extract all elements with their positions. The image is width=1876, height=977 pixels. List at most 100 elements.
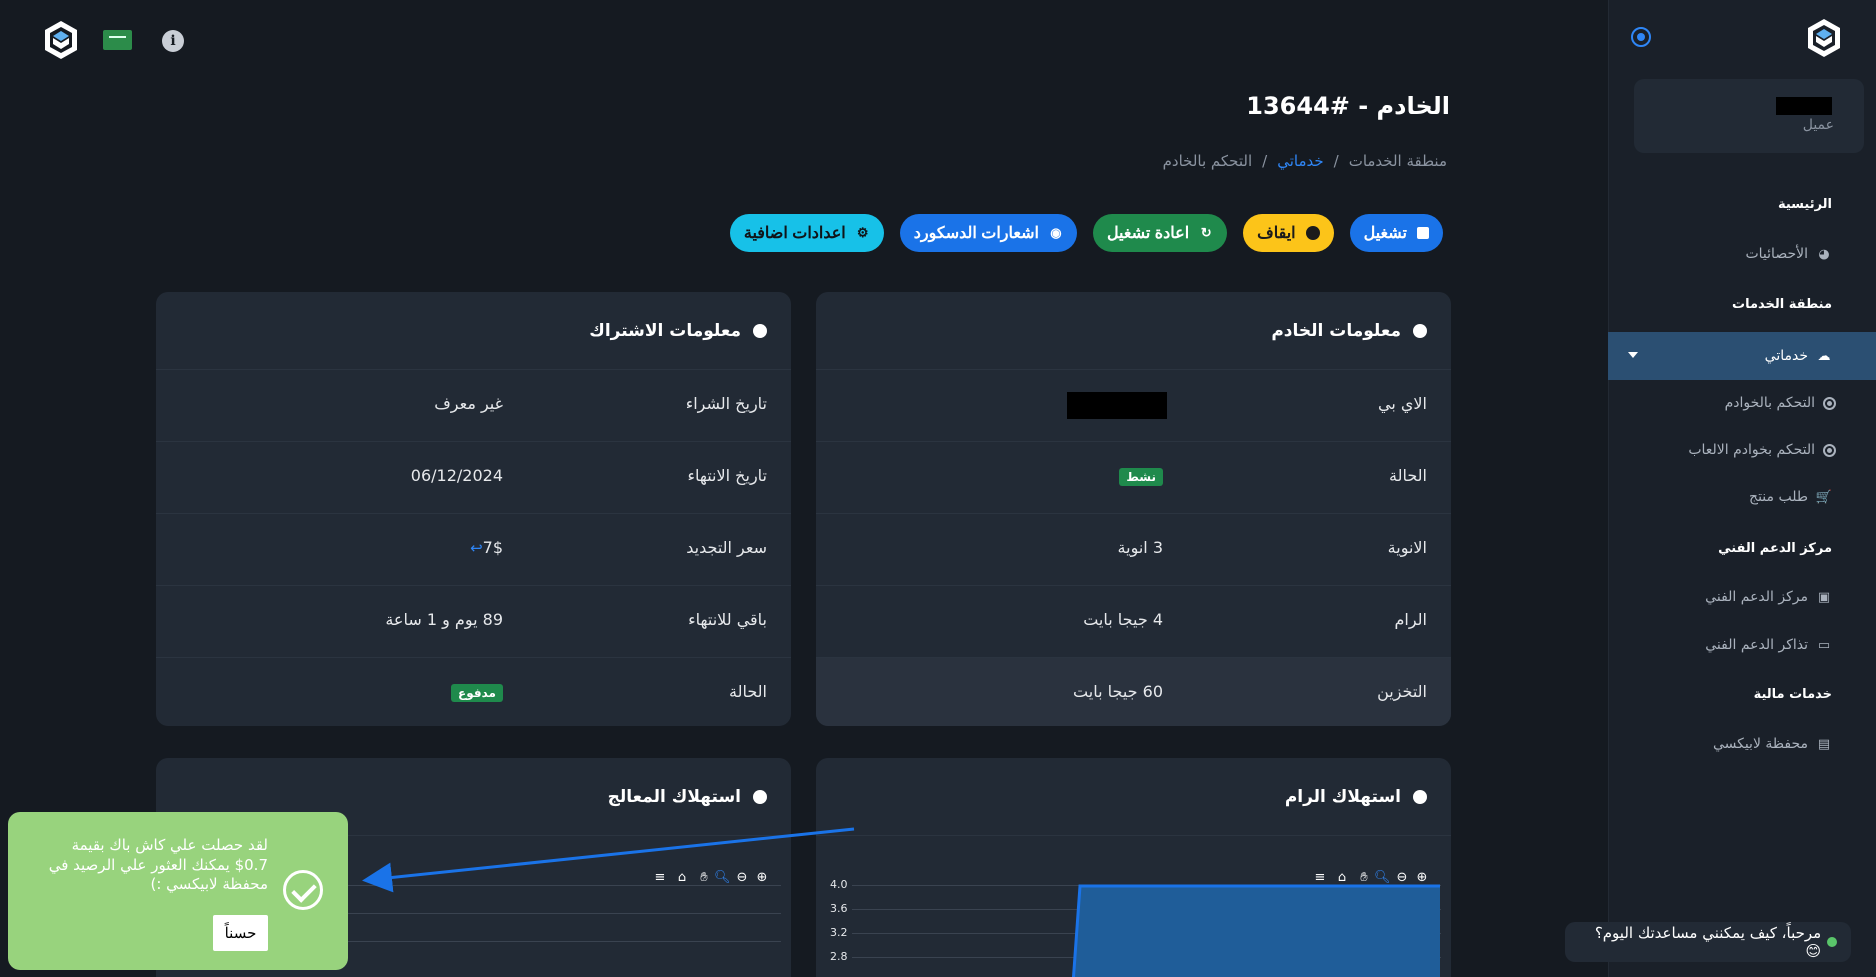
discord-label: اشعارات الدسكورد (913, 225, 1039, 242)
breadcrumb-server-control: التحكم بالخادم (1162, 152, 1253, 170)
row-label: الحالة (729, 682, 767, 701)
square-icon (1417, 227, 1429, 239)
home-icon[interactable]: ⌂ (674, 870, 690, 886)
card-header: معلومات الاشتراك (156, 292, 791, 370)
circle-dot-icon (1823, 396, 1836, 410)
ram-usage-card: استهلاك الرام ⊕ ⊖ 🔍︎ ✋︎ ⌂ ≡ 4.0 3.6 3.2 … (816, 758, 1451, 977)
sidebar-head-services: منطقة الخدمات (1608, 291, 1876, 317)
row-value: 06/12/2024 (410, 466, 503, 485)
cart-icon: 🛒 (1815, 489, 1833, 505)
status-badge: نشط (1119, 468, 1163, 486)
sidebar-item-label: محفظة لابيكسي (1712, 736, 1808, 752)
row-label: الاي بي (1378, 394, 1427, 413)
sidebar-item-label: طلب منتج (1749, 489, 1808, 505)
toast-message: لقد حصلت علي كاش باك بقيمة 0.7$ يمكنك ال… (48, 836, 268, 893)
table-row: سعر التجديد 7$↩ (156, 514, 791, 586)
pan-hand-icon[interactable]: ✋︎ (696, 870, 712, 886)
sidebar-item-order-product[interactable]: 🛒 طلب منتج (1608, 484, 1876, 510)
zoom-out-icon[interactable]: ⊖ (734, 870, 750, 886)
user-name-redacted (1776, 97, 1832, 115)
chat-greeting: مرحباً، كيف يمكنني مساعدتك اليوم؟ 😊 (1594, 924, 1822, 960)
row-value: 60 جيجا بايت (1073, 682, 1163, 701)
sidebar-item-label: الأحصائيات (1745, 246, 1808, 262)
row-value: غير معرف (434, 394, 503, 413)
bullet-icon (753, 789, 767, 804)
sidebar-item-stats[interactable]: ◕ الأحصائيات (1608, 241, 1876, 267)
row-label: الحالة (1389, 466, 1427, 485)
row-value: 7$↩ (466, 538, 503, 557)
sidebar: عميل الرئيسية ◕ الأحصائيات منطقة الخدمات… (1608, 0, 1876, 977)
card-header: معلومات الخادم (816, 292, 1451, 370)
page-title: الخادم - #13644 (1246, 92, 1450, 120)
sidebar-item-game-server-control[interactable]: التحكم بخوادم الالعاب (1608, 437, 1876, 463)
row-label: باقي للانتهاء (688, 610, 767, 629)
bullet-icon (753, 323, 767, 338)
sidebar-head-home[interactable]: الرئيسية (1608, 191, 1876, 217)
table-row: التخزين 60 جيجا بايت (816, 658, 1451, 726)
saudi-flag-icon[interactable] (103, 30, 132, 50)
row-label: الرام (1394, 610, 1428, 629)
sidebar-item-label: تذاكر الدعم الفني (1705, 637, 1808, 653)
start-button[interactable]: تشغيل (1349, 214, 1443, 252)
ticket-icon: ▭ (1817, 637, 1831, 653)
breadcrumb-my-services[interactable]: خدماتي (1277, 152, 1323, 170)
logo-icon[interactable] (1806, 18, 1842, 58)
sidebar-item-support-center[interactable]: ▣ مركز الدعم الفني (1608, 584, 1876, 610)
row-label: التخزين (1377, 682, 1427, 701)
extra-settings-button[interactable]: ⚙ اعدادات اضافية (729, 214, 884, 252)
user-role: عميل (1802, 117, 1834, 133)
toast-ok-button[interactable]: حسناً (213, 915, 268, 951)
ram-area-series (1071, 884, 1440, 977)
sidebar-item-label: خدمات مالية (1753, 686, 1832, 702)
sidebar-item-support-tickets[interactable]: ▭ تذاكر الدعم الفني (1608, 632, 1876, 658)
sidebar-item-my-services[interactable]: ☁ خدماتي (1608, 332, 1876, 380)
restart-button[interactable]: ↻ اعادة تشغيل (1092, 214, 1228, 252)
table-row: تاريخ الشراء غير معرف (156, 370, 791, 442)
stop-label: ايقاف (1257, 225, 1296, 242)
discord-icon: ◉ (1050, 225, 1062, 240)
magnifier-icon[interactable]: 🔍︎ (714, 870, 731, 886)
sidebar-item-wallet[interactable]: ▤ محفظة لابيكسي (1608, 731, 1876, 757)
sidebar-item-label: التحكم بخوادم الالعاب (1688, 442, 1815, 458)
cashback-toast: لقد حصلت علي كاش باك بقيمة 0.7$ يمكنك ال… (8, 812, 348, 970)
circle-dot-icon (1823, 443, 1836, 457)
table-row: الرام 4 جيجا بايت (816, 586, 1451, 658)
start-label: تشغيل (1363, 225, 1407, 242)
refresh-icon: ↻ (1200, 225, 1212, 240)
logo-icon[interactable] (43, 20, 79, 60)
server-actions: تشغيل ايقاف ↻ اعادة تشغيل ◉ اشعارات الدس… (729, 214, 1443, 252)
sidebar-item-label: مركز الدعم الفني (1718, 540, 1832, 556)
table-row: الاي بي (816, 370, 1451, 442)
ip-redacted (1067, 392, 1167, 419)
stop-button[interactable]: ايقاف (1243, 214, 1334, 252)
chat-widget[interactable]: مرحباً، كيف يمكنني مساعدتك اليوم؟ 😊 (1565, 922, 1851, 962)
target-icon[interactable] (1631, 27, 1651, 47)
card-title: معلومات الخادم (1271, 320, 1401, 341)
card-title: استهلاك المعالج (607, 786, 741, 807)
restart-label: اعادة تشغيل (1106, 225, 1190, 242)
breadcrumb-separator: / (1262, 152, 1268, 170)
online-status-dot (1827, 937, 1837, 947)
info-icon[interactable]: i (162, 30, 184, 52)
status-badge: مدفوع (451, 684, 503, 702)
row-value: نشط (1119, 466, 1163, 486)
zoom-in-icon[interactable]: ⊕ (754, 870, 770, 886)
sidebar-item-server-control[interactable]: التحكم بالخوادم (1608, 390, 1876, 416)
table-row: الحالة مدفوع (156, 658, 791, 726)
breadcrumb-services-area[interactable]: منطقة الخدمات (1349, 152, 1447, 170)
row-value: 89 يوم و 1 ساعة (385, 610, 503, 629)
sidebar-head-finance: خدمات مالية (1608, 681, 1876, 707)
check-circle-icon (283, 870, 323, 910)
cloud-icon: ☁ (1817, 348, 1831, 364)
row-label: سعر التجديد (686, 538, 767, 557)
sidebar-item-label: مركز الدعم الفني (1705, 589, 1808, 605)
user-card[interactable] (1634, 79, 1864, 153)
sidebar-item-label: التحكم بالخوادم (1724, 395, 1815, 411)
menu-icon[interactable]: ≡ (652, 870, 668, 886)
reply-arrow-icon[interactable]: ↩ (470, 539, 483, 557)
table-row: الانوية 3 انوية (816, 514, 1451, 586)
chevron-down-icon (1628, 352, 1638, 358)
discord-notifications-button[interactable]: ◉ اشعارات الدسكورد (899, 214, 1077, 252)
wallet-icon: ▤ (1817, 736, 1831, 752)
sidebar-item-label: منطقة الخدمات (1732, 296, 1832, 312)
